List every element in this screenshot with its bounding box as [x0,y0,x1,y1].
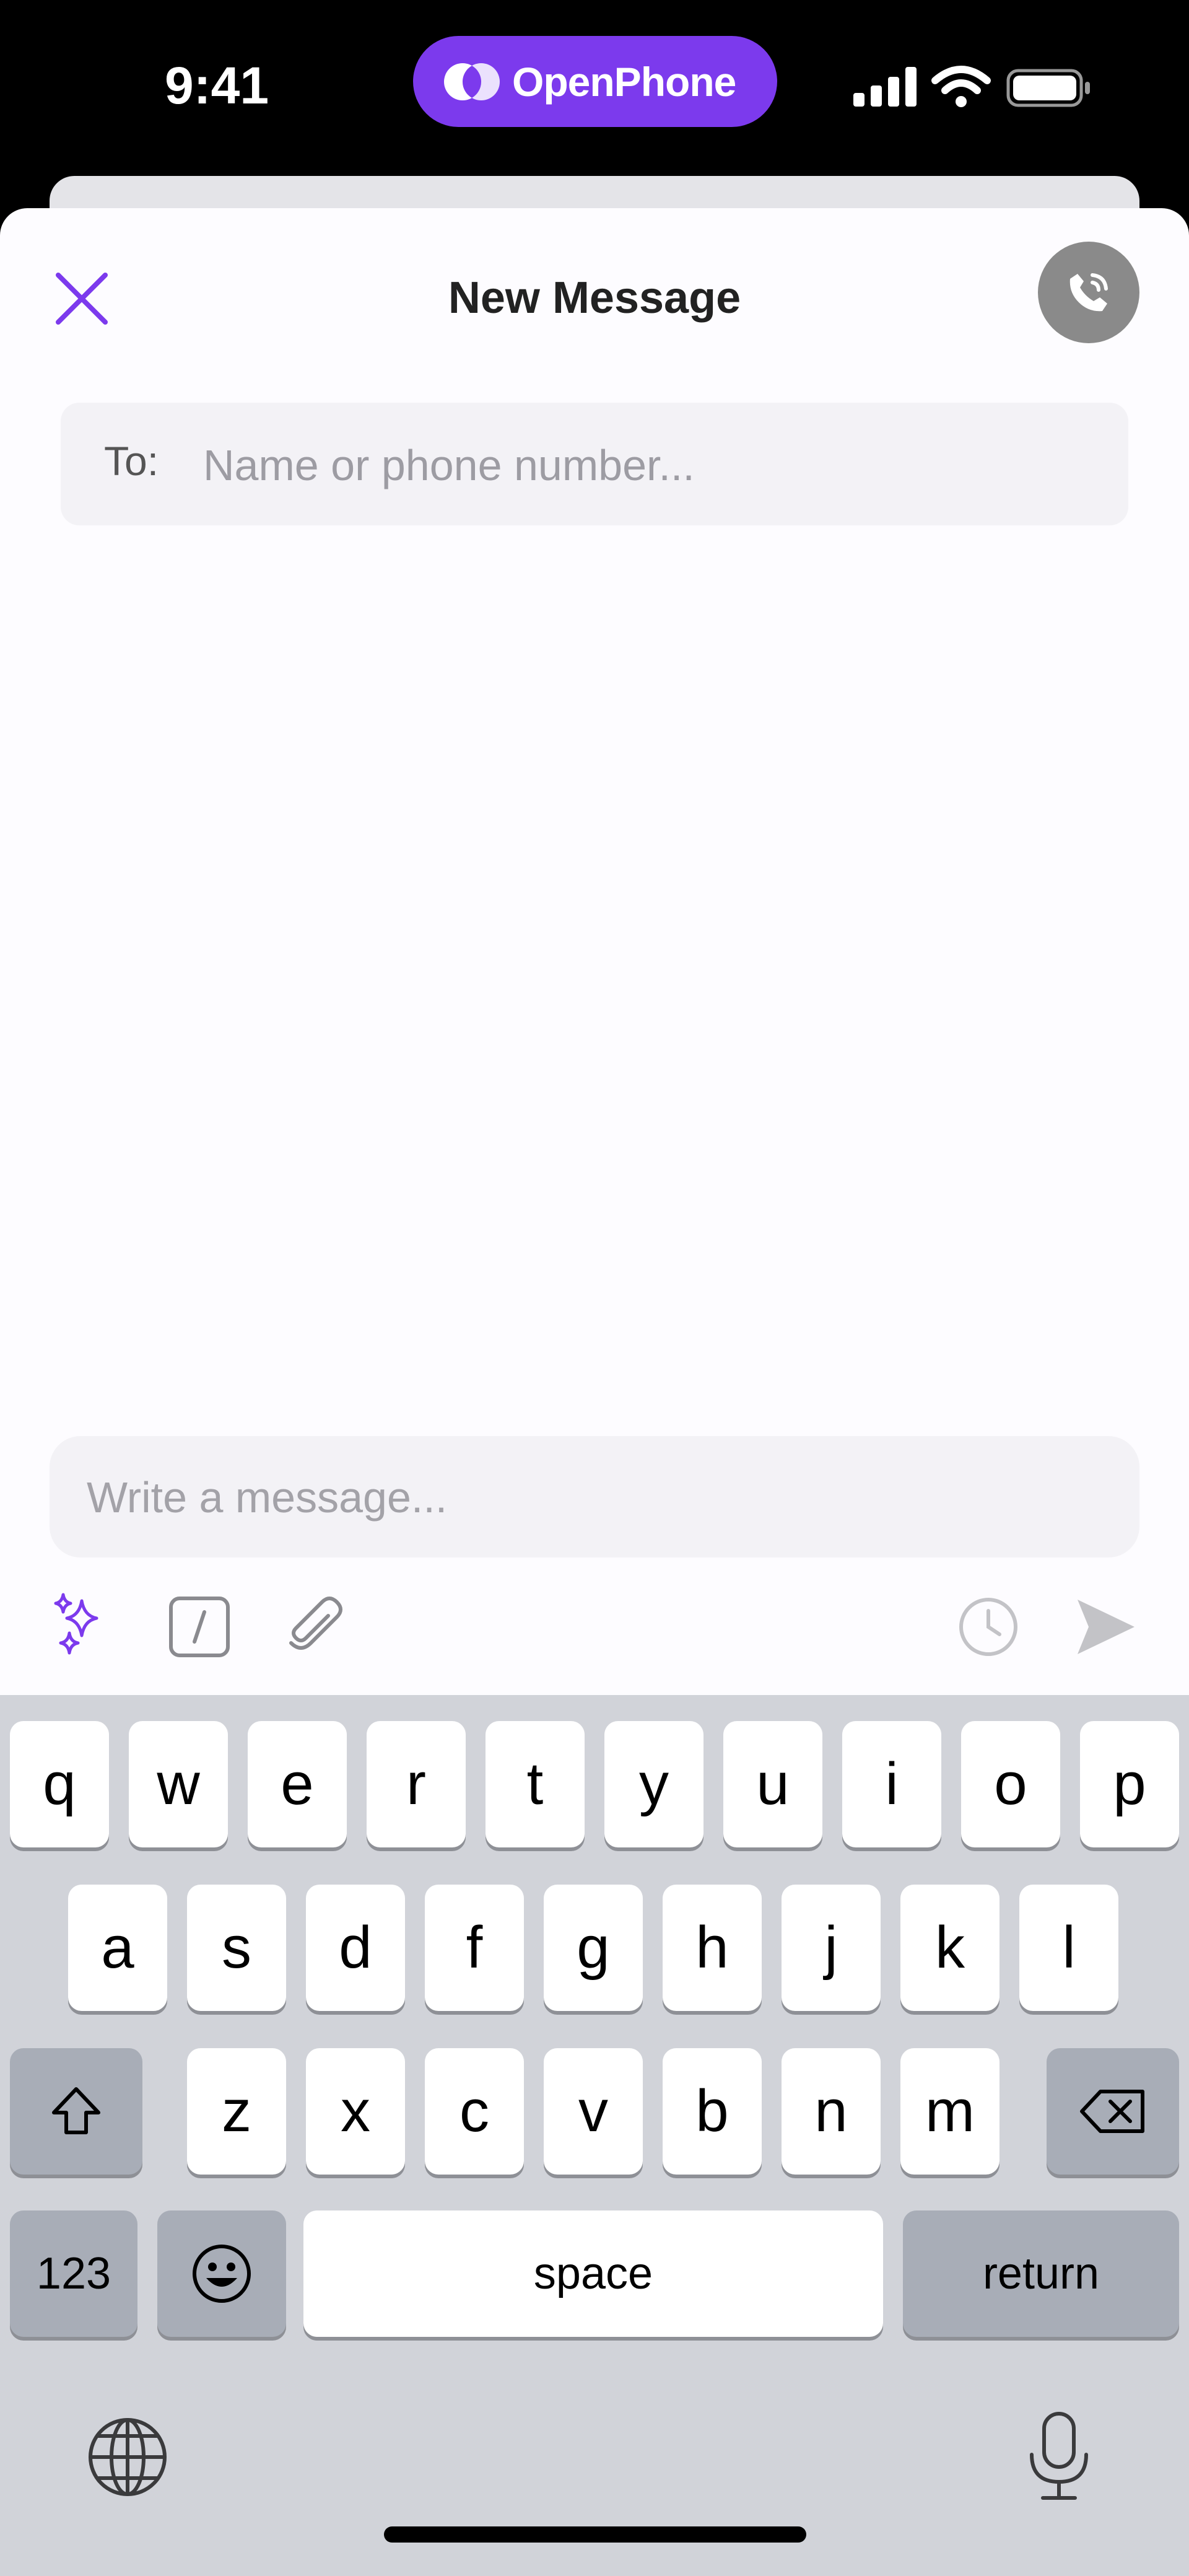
key-u[interactable]: u [723,1721,822,1847]
key-x[interactable]: x [306,2048,405,2175]
page-title: New Message [448,273,741,323]
cellular-signal-icon [853,67,917,107]
app-pill-label: OpenPhone [512,59,736,105]
openphone-logo-icon [444,63,500,100]
backspace-icon [1080,2090,1144,2133]
slash-command-icon[interactable] [161,1588,238,1665]
new-message-sheet: New Message To: [0,208,1189,1695]
emoji-icon [193,2245,251,2303]
emoji-key[interactable] [157,2210,286,2337]
key-a[interactable]: a [68,1885,167,2011]
key-v[interactable]: v [544,2048,643,2175]
message-input[interactable] [85,1460,1104,1535]
numbers-key[interactable]: 123 [10,2210,137,2337]
shift-key[interactable] [10,2048,142,2175]
shift-icon [52,2087,100,2134]
key-h[interactable]: h [663,1885,762,2011]
send-icon[interactable] [1066,1588,1143,1665]
home-indicator [384,2526,806,2543]
status-icons [853,66,1090,107]
key-q[interactable]: q [10,1721,109,1847]
key-f[interactable]: f [425,1885,524,2011]
key-y[interactable]: y [604,1721,703,1847]
app-pill[interactable]: OpenPhone [413,36,777,127]
sparkles-icon[interactable] [45,1588,121,1665]
key-k[interactable]: k [900,1885,1000,2011]
key-i[interactable]: i [842,1721,941,1847]
keyboard: 123 space return qwertyuiop asdfghjkl zxcv… [0,1695,1189,2576]
key-c[interactable]: c [425,2048,524,2175]
call-button[interactable] [1038,242,1139,343]
key-e[interactable]: e [248,1721,347,1847]
key-r[interactable]: r [367,1721,466,1847]
status-bar: 9:41 OpenPhone [0,0,1189,186]
paperclip-icon[interactable] [276,1588,353,1665]
key-w[interactable]: w [129,1721,228,1847]
message-field[interactable] [50,1436,1139,1557]
space-key[interactable]: space [303,2210,883,2337]
key-l[interactable]: l [1019,1885,1118,2011]
key-b[interactable]: b [663,2048,762,2175]
recipient-input[interactable] [202,427,1096,503]
key-z[interactable]: z [187,2048,286,2175]
globe-icon[interactable] [84,2414,171,2500]
close-icon[interactable] [50,266,114,331]
to-label: To: [104,438,159,484]
status-time: 9:41 [164,56,269,115]
wifi-icon [931,66,991,107]
key-p[interactable]: p [1080,1721,1179,1847]
key-t[interactable]: t [486,1721,585,1847]
key-m[interactable]: m [900,2048,1000,2175]
key-d[interactable]: d [306,1885,405,2011]
to-field[interactable]: To: [61,403,1128,525]
key-j[interactable]: j [782,1885,881,2011]
key-g[interactable]: g [544,1885,643,2011]
key-n[interactable]: n [782,2048,881,2175]
key-s[interactable]: s [187,1885,286,2011]
key-o[interactable]: o [961,1721,1060,1847]
phone-call-icon [1069,273,1108,312]
clock-icon[interactable] [950,1588,1027,1665]
return-key[interactable]: return [903,2210,1179,2337]
backspace-key[interactable] [1047,2048,1179,2175]
microphone-icon[interactable] [1016,2407,1102,2507]
battery-icon [1006,69,1090,107]
